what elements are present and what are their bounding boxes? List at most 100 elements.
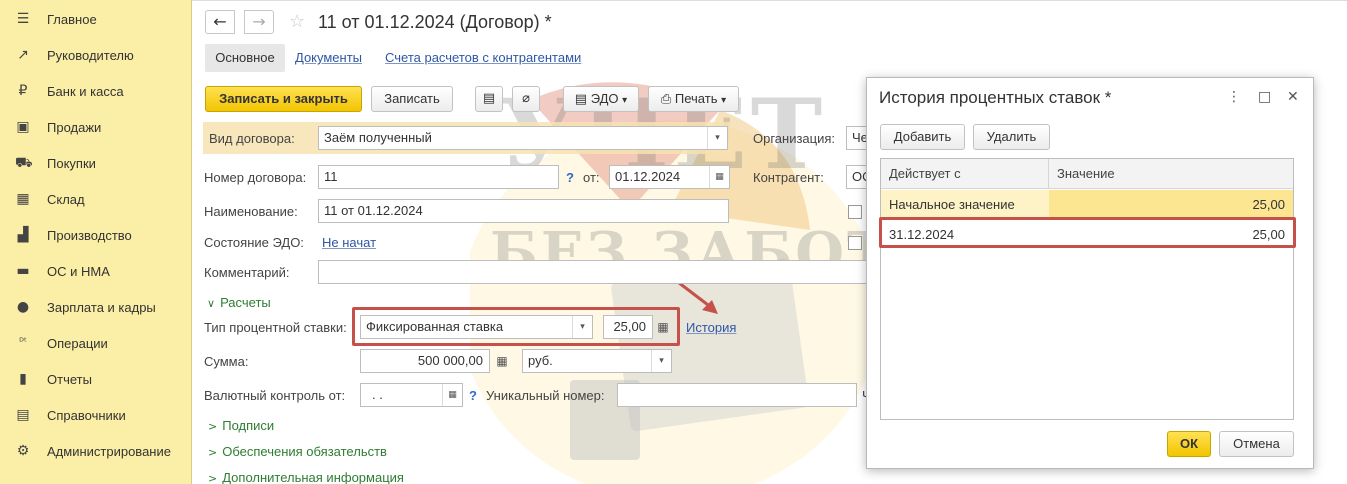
dialog-title: История процентных ставок * [879,88,1112,107]
forward-button[interactable]: → [244,10,274,34]
menu-icon: ☰ [16,11,30,27]
sidebar-item-salary[interactable]: ● Зарплата и кадры [0,289,192,325]
calculations-section-toggle[interactable]: ∨ Расчеты [207,295,271,310]
bag-icon: ▣ [16,119,30,135]
back-button[interactable]: ← [205,10,235,34]
warehouse-icon: ▦ [16,191,30,207]
truck-icon: ▬ [16,263,30,279]
trend-icon: ↗ [17,47,29,63]
sidebar-item-label: Склад [47,191,85,207]
edo-menu-button[interactable]: ▤ ЭДО ▾ [563,86,639,112]
table-row[interactable]: Начальное значение 25,00 [881,190,1293,219]
name-field[interactable]: 11 от 01.12.2024 [318,199,729,223]
chevron-down-icon[interactable]: ▾ [707,127,727,149]
help-icon[interactable]: ? [469,388,477,403]
rate-type-label: Тип процентной ставки: [204,320,347,335]
signatures-section-toggle[interactable]: > Подписи [208,418,274,433]
additional-info-section-toggle[interactable]: > Дополнительная информация [208,470,404,484]
attach-icon[interactable]: ⌀ [512,86,540,112]
tab-main[interactable]: Основное [205,44,285,72]
additional-info-section-label: Дополнительная информация [222,470,404,484]
row-highlight-box [879,217,1296,248]
contract-number-field[interactable]: 11 [318,165,559,189]
top-divider [192,0,1347,1]
sidebar-item-reports[interactable]: ▮ Отчеты [0,361,192,397]
column-header-date[interactable]: Действует с [889,159,961,189]
tab-accounts[interactable]: Счета расчетов с контрагентами [385,44,581,72]
chevron-down-icon[interactable]: ▾ [651,350,671,372]
sidebar-item-label: Руководителю [47,47,134,63]
counterparty-label: Контрагент: [753,170,824,185]
column-header-value[interactable]: Значение [1057,159,1115,189]
contract-type-value: Заём полученный [324,130,432,145]
calendar-icon[interactable]: ▦ [442,384,462,406]
add-button[interactable]: Добавить [880,124,965,150]
sidebar-item-warehouse[interactable]: ▦ Склад [0,181,192,217]
sidebar: ☰ Главное ↗ Руководителю ₽ Банк и касса ▣ Пр… [0,0,192,484]
edo-label: ЭДО [590,91,619,106]
edo-icon: ▤ [574,92,588,107]
print-label: Печать [674,91,718,106]
dt-kt-icon: ᴰᵗ [19,337,27,348]
save-button[interactable]: Записать [371,86,453,112]
sidebar-item-admin[interactable]: ⚙ Администрирование [0,433,192,469]
more-icon[interactable]: ⋮ [1227,89,1241,105]
chevron-right-icon: > [208,472,218,484]
sidebar-item-assets[interactable]: ▬ ОС и НМА [0,253,192,289]
favorite-star-icon[interactable]: ☆ [289,11,305,32]
currency-value: руб. [528,353,553,368]
sidebar-item-sales[interactable]: ▣ Продажи [0,109,192,145]
row-date-cell: Начальное значение [889,197,1015,212]
currency-control-date-value: . . [372,387,383,402]
ok-button[interactable]: ОК [1167,431,1211,457]
sidebar-item-operations[interactable]: ᴰᵗ Операции [0,325,192,361]
calendar-icon[interactable]: ▦ [709,166,729,188]
tab-documents[interactable]: Документы [295,44,362,72]
sum-field[interactable]: 500 000,00 [360,349,490,373]
comment-field[interactable] [318,260,868,284]
sidebar-item-label: Отчеты [47,371,92,387]
organization-label: Организация: [753,131,836,146]
table-header: Действует с Значение [881,159,1293,189]
help-icon[interactable]: ? [566,170,574,185]
sum-label: Сумма: [204,354,249,369]
sidebar-item-production[interactable]: ▟ Производство [0,217,192,253]
chevron-right-icon: > [208,420,218,433]
contract-type-select[interactable]: Заём полученный ▾ [318,126,728,150]
sidebar-item-director[interactable]: ↗ Руководителю [0,37,192,73]
sidebar-item-references[interactable]: ▤ Справочники [0,397,192,433]
history-link[interactable]: История [686,320,736,335]
sidebar-item-bank[interactable]: ₽ Банк и касса [0,73,192,109]
checkbox-1[interactable] [848,205,862,219]
save-and-close-button[interactable]: Записать и закрыть [205,86,362,112]
organization-field[interactable]: Че [846,126,868,150]
sidebar-item-main[interactable]: ☰ Главное [0,1,192,37]
rate-history-table: Действует с Значение Начальное значение … [880,158,1294,420]
arrow-left-icon: ← [213,12,227,31]
signatures-section-label: Подписи [222,418,275,433]
collateral-section-toggle[interactable]: > Обеспечения обязательств [208,444,387,459]
delete-button[interactable]: Удалить [973,124,1050,150]
counterparty-field[interactable]: ОС [846,165,868,189]
list-icon[interactable]: ▤ [475,86,503,112]
chevron-down-icon: ▾ [622,95,628,106]
unique-number-field[interactable] [617,383,857,407]
currency-select[interactable]: руб. ▾ [522,349,672,373]
contract-date-field[interactable]: 01.12.2024 ▦ [609,165,730,189]
row-value-cell[interactable]: 25,00 [1049,190,1293,219]
cancel-button[interactable]: Отмена [1219,431,1294,457]
close-icon[interactable]: ✕ [1287,89,1299,105]
currency-control-date-field[interactable]: . . ▦ [360,383,463,407]
sidebar-item-purchases[interactable]: ⛟ Покупки [0,145,192,181]
print-menu-button[interactable]: ⎙ Печать ▾ [648,86,739,112]
edo-state-link[interactable]: Не начат [322,235,376,250]
checkbox-2[interactable] [848,236,862,250]
chevron-down-icon: ▾ [721,95,727,106]
maximize-icon[interactable]: □ [1258,89,1271,105]
book-icon: ▤ [16,407,30,423]
bar-chart-icon: ▮ [19,371,27,387]
calculator-icon[interactable]: ▦ [493,349,511,373]
collateral-section-label: Обеспечения обязательств [222,444,387,459]
sidebar-item-label: ОС и НМА [47,263,110,279]
chevron-right-icon: > [208,446,218,459]
